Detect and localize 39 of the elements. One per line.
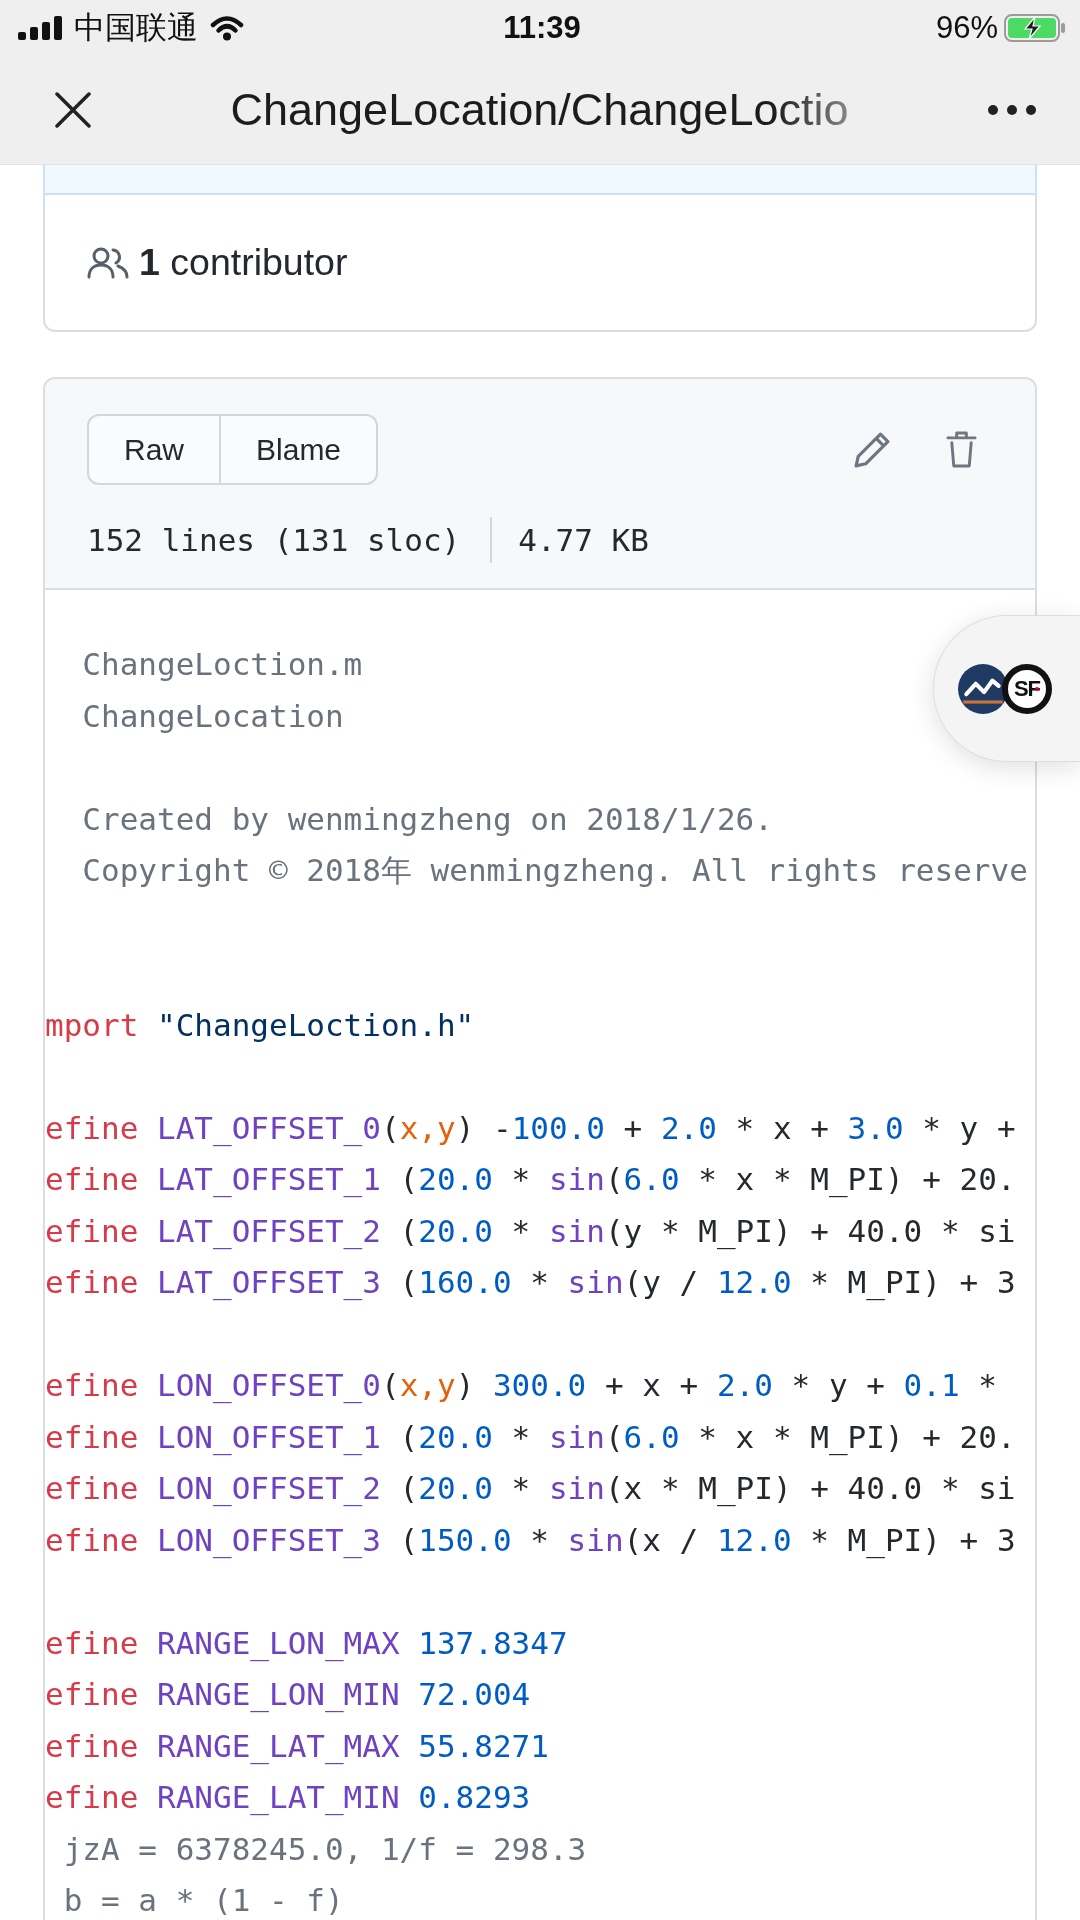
code-comment: b = a * (1 - f) <box>63 1882 344 1918</box>
code-line: efine RANGE_LON_MAX 137.8347 <box>45 1623 568 1664</box>
code-line: mport "ChangeLoction.h" <box>45 1005 475 1045</box>
signal-icon <box>18 15 62 40</box>
code-line: efine LON_OFFSET_2 (20.0 * sin(x * M_PI) + 40.0 * si <box>45 1469 1016 1509</box>
file-view-button[interactable]: Raw <box>87 414 221 485</box>
contributors-link[interactable]: 1 contributor <box>139 241 348 284</box>
trash-icon[interactable] <box>946 431 977 468</box>
sf-logo: SF <box>1002 663 1052 714</box>
page-title: ChangeLocation/ChangeLoctio <box>230 83 849 136</box>
code-comment: ChangeLocation <box>82 697 344 734</box>
code-comment: jzA = 6378245.0, 1/f = 298.3 <box>63 1830 587 1867</box>
code-line: efine RANGE_LAT_MIN 0.8293 <box>45 1778 531 1818</box>
people-icon <box>87 246 129 279</box>
code-line: efine LAT_OFFSET_0(x,y) -100.0 + 2.0 * x + 3.0 * y + <box>45 1108 1016 1149</box>
code-comment: Copyright © 2018年 wenmingzheng. All rights reserve <box>82 852 1028 888</box>
code-line: efine LAT_OFFSET_1 (20.0 * sin(6.0 * x * M_PI) + 20. <box>45 1160 1016 1200</box>
close-icon[interactable] <box>55 91 91 128</box>
wifi-icon <box>210 14 244 41</box>
code-comment: ChangeLoction.m <box>82 646 363 682</box>
battery-icon <box>1004 13 1066 42</box>
chart-logo-icon <box>958 663 1008 714</box>
code-line: efine RANGE_LAT_MAX 55.8271 <box>45 1726 549 1767</box>
line-count: 152 lines (131 sloc) <box>87 522 461 558</box>
file-view-button[interactable]: Blame <box>221 414 379 485</box>
code-line: efine LON_OFFSET_3 (150.0 * sin(x / 12.0 * M_PI) + 3 <box>45 1520 1016 1561</box>
file-size: 4.77 KB <box>518 522 649 558</box>
carrier-name: 中国联通 <box>74 8 198 47</box>
floating-window-button[interactable]: SF <box>933 615 1080 762</box>
code-line: efine LON_OFFSET_0(x,y) 300.0 + x + 2.0 * y + 0.1 * <box>45 1366 997 1406</box>
pencil-icon[interactable] <box>854 431 890 468</box>
battery-percent: 96% <box>935 9 998 46</box>
code-line: efine LON_OFFSET_1 (20.0 * sin(6.0 * x * M_PI) + 20. <box>45 1417 1016 1458</box>
code-line: efine RANGE_LON_MIN 72.004 <box>45 1675 531 1715</box>
code-comment: Created by wenmingzheng on 2018/1/26. <box>82 800 773 837</box>
code-line: efine LAT_OFFSET_3 (160.0 * sin(y / 12.0 * M_PI) + 3 <box>45 1263 1016 1303</box>
code-line: efine LAT_OFFSET_2 (20.0 * sin(y * M_PI) + 40.0 * si <box>45 1211 1016 1252</box>
more-icon[interactable] <box>988 104 1036 115</box>
status-time: 11:39 <box>503 9 581 46</box>
